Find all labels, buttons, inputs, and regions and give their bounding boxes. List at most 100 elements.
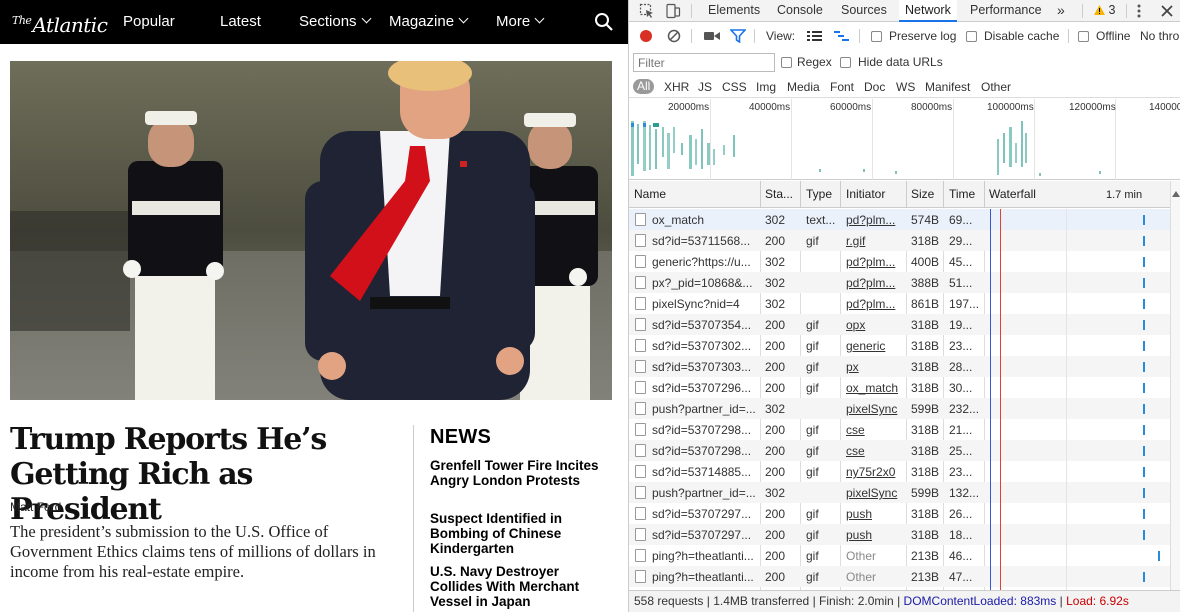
kebab-menu-icon[interactable] — [1135, 3, 1143, 19]
cell-name[interactable]: pixelSync?nid=4 — [652, 297, 758, 311]
cell-name[interactable]: sd?id=53707303... — [652, 360, 758, 374]
close-icon[interactable] — [1160, 4, 1174, 18]
col-size-header[interactable]: Size — [911, 187, 934, 201]
cell-initiator[interactable]: cse — [846, 423, 904, 437]
cell-name[interactable]: sd?id=53707354... — [652, 318, 758, 332]
cell-name[interactable]: ping?h=theatlanti... — [652, 549, 758, 563]
news-item[interactable]: U.S. Navy Destroyer Collides With Mercha… — [430, 564, 615, 609]
cell-initiator[interactable]: pd?plm... — [846, 276, 904, 290]
cell-initiator[interactable]: pixelSync — [846, 486, 904, 500]
cell-name[interactable]: sd?id=53711568... — [652, 234, 758, 248]
table-row[interactable]: pixelSync?nid=4 302 pd?plm... 861B 197... — [629, 293, 1170, 314]
table-row[interactable]: push?partner_id=... 302 pixelSync 599B 232..… — [629, 398, 1170, 419]
col-waterfall-header[interactable]: Waterfall — [989, 187, 1036, 201]
cell-initiator[interactable]: cse — [846, 444, 904, 458]
article-author[interactable]: Matt Ford — [10, 500, 61, 514]
cell-initiator[interactable]: Other — [846, 549, 904, 563]
waterfall-bar[interactable] — [1158, 551, 1160, 561]
filter-type-media[interactable]: Media — [787, 80, 820, 94]
cell-name[interactable]: push?partner_id=... — [652, 402, 758, 416]
table-row[interactable]: sd?id=53707303... 200 gif px 318B 28... — [629, 356, 1170, 377]
preserve-log-checkbox[interactable] — [871, 31, 882, 42]
inspect-element-icon[interactable] — [639, 3, 655, 19]
cell-name[interactable]: sd?id=53707302... — [652, 339, 758, 353]
cell-name[interactable]: sd?id=53714885... — [652, 465, 758, 479]
filter-type-xhr[interactable]: XHR — [664, 80, 689, 94]
waterfall-bar[interactable] — [1143, 299, 1145, 309]
table-row[interactable]: px?_pid=10868&... 302 pd?plm... 388B 51... — [629, 272, 1170, 293]
the-atlantic-logo[interactable]: TheAtlantic — [12, 9, 108, 37]
waterfall-bar[interactable] — [1143, 509, 1145, 519]
waterfall-bar[interactable] — [1143, 446, 1145, 456]
cell-initiator[interactable]: push — [846, 507, 904, 521]
cell-name[interactable]: ping?h=theatlanti... — [652, 570, 758, 584]
tab-elements[interactable]: Elements — [708, 0, 760, 22]
throttling-select[interactable]: No thro — [1140, 29, 1179, 43]
col-status-header[interactable]: Sta... — [765, 187, 793, 201]
cell-name[interactable]: sd?id=53707298... — [652, 423, 758, 437]
col-initiator-header[interactable]: Initiator — [846, 187, 885, 201]
cell-initiator[interactable]: pd?plm... — [846, 297, 904, 311]
waterfall-bar[interactable] — [1143, 278, 1145, 288]
waterfall-bar[interactable] — [1143, 320, 1145, 330]
cell-name[interactable]: ox_match — [652, 213, 758, 227]
waterfall-bar[interactable] — [1143, 572, 1145, 582]
waterfall-bar[interactable] — [1143, 362, 1145, 372]
news-item[interactable]: Suspect Identified in Bombing of Chinese… — [430, 511, 615, 556]
waterfall-bar[interactable] — [1143, 488, 1145, 498]
table-row[interactable]: push?partner_id=... 302 pixelSync 599B 132..… — [629, 482, 1170, 503]
disable-cache-checkbox[interactable] — [966, 31, 977, 42]
filter-type-img[interactable]: Img — [756, 80, 776, 94]
cell-initiator[interactable]: generic — [846, 339, 904, 353]
cell-initiator[interactable]: ox_match — [846, 381, 904, 395]
waterfall-bar[interactable] — [1143, 425, 1145, 435]
video-camera-icon[interactable] — [704, 30, 720, 42]
large-rows-icon[interactable] — [807, 30, 822, 42]
table-row[interactable]: ping?h=theatlanti... 200 gif Other 213B 47... — [629, 566, 1170, 587]
filter-type-other[interactable]: Other — [981, 80, 1011, 94]
cell-name[interactable]: generic?https://u... — [652, 255, 758, 269]
table-row[interactable]: sd?id=53711568... 200 gif r.gif 318B 29... — [629, 230, 1170, 251]
scroll-up-arrow-icon[interactable] — [1171, 189, 1180, 199]
table-row[interactable]: sd?id=53707298... 200 gif cse 318B 25... — [629, 440, 1170, 461]
hide-data-urls-checkbox[interactable] — [840, 57, 851, 68]
cell-name[interactable]: push?partner_id=... — [652, 486, 758, 500]
nav-sections[interactable]: Sections — [299, 13, 371, 31]
waterfall-bar[interactable] — [1143, 530, 1145, 540]
hero-photo[interactable] — [10, 61, 612, 400]
network-overview-timeline[interactable]: 20000ms 40000ms 60000ms 80000ms 100000ms… — [629, 99, 1180, 180]
more-tabs-button[interactable]: » — [1057, 0, 1065, 22]
cell-initiator[interactable]: pixelSync — [846, 402, 904, 416]
table-row[interactable]: sd?id=53707297... 200 gif push 318B 26... — [629, 503, 1170, 524]
tab-network[interactable]: Network — [899, 0, 957, 22]
clear-icon[interactable] — [667, 29, 681, 43]
cell-initiator[interactable]: px — [846, 360, 904, 374]
waterfall-bar[interactable] — [1143, 404, 1145, 414]
offline-checkbox[interactable] — [1078, 31, 1089, 42]
table-row[interactable]: sd?id=53707297... 200 gif push 318B 18... — [629, 524, 1170, 545]
cell-name[interactable]: sd?id=53707296... — [652, 381, 758, 395]
cell-initiator[interactable]: opx — [846, 318, 904, 332]
table-row[interactable]: sd?id=53707298... 200 gif cse 318B 21... — [629, 419, 1170, 440]
table-row[interactable]: sd?id=53714885... 200 gif ny75r2x0 318B 23... — [629, 461, 1170, 482]
waterfall-view-icon[interactable] — [834, 30, 849, 42]
filter-type-manifest[interactable]: Manifest — [925, 80, 970, 94]
record-icon[interactable] — [639, 29, 653, 43]
warnings-badge[interactable]: 3 — [1094, 0, 1115, 22]
waterfall-bar[interactable] — [1143, 341, 1145, 351]
nav-magazine[interactable]: Magazine — [389, 13, 469, 31]
filter-type-js[interactable]: JS — [698, 80, 712, 94]
col-type-header[interactable]: Type — [806, 187, 832, 201]
cell-initiator[interactable]: pd?plm... — [846, 255, 904, 269]
waterfall-bar[interactable] — [1143, 236, 1145, 246]
table-row[interactable]: ox_match 302 text... pd?plm... 574B 69... — [629, 209, 1170, 230]
news-section-title[interactable]: NEWS — [430, 426, 491, 448]
cell-initiator[interactable]: push — [846, 528, 904, 542]
waterfall-bar[interactable] — [1143, 257, 1145, 267]
tab-console[interactable]: Console — [777, 0, 823, 22]
cell-name[interactable]: sd?id=53707297... — [652, 507, 758, 521]
device-toolbar-icon[interactable] — [665, 3, 681, 19]
cell-initiator[interactable]: Other — [846, 570, 904, 584]
waterfall-bar[interactable] — [1143, 383, 1145, 393]
regex-checkbox[interactable] — [781, 57, 792, 68]
